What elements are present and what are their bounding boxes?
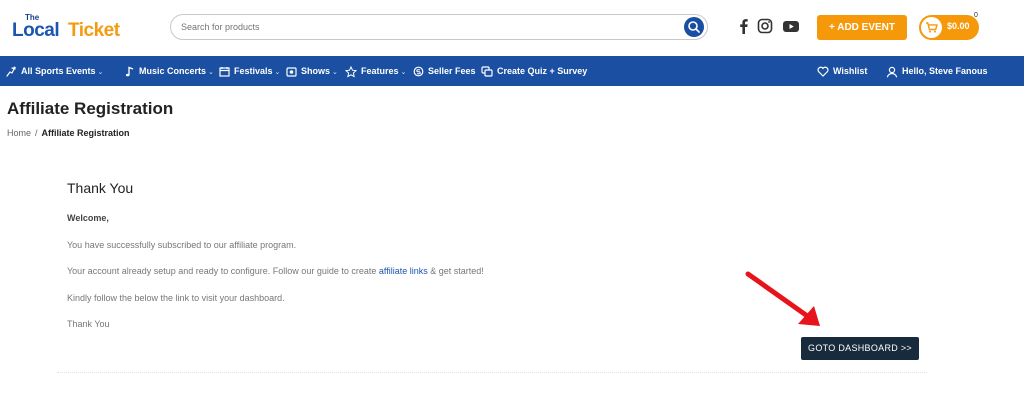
cart-button[interactable]: $0.00 [919, 15, 979, 40]
nav-label: Shows [301, 66, 331, 76]
nav-item-features[interactable]: Features ⌄ [344, 56, 407, 86]
chevron-down-icon: ⌄ [400, 69, 407, 76]
nav-item-all-sports-events[interactable]: All Sports Events ⌄ [6, 56, 103, 86]
site-logo[interactable]: The Local Ticket [12, 13, 132, 43]
user-account-link[interactable]: Hello, Steve Fanous [886, 56, 988, 86]
nav-label: Create Quiz + Survey [497, 66, 588, 76]
nav-label: Music Concerts [139, 66, 207, 76]
cart-icon [921, 17, 942, 38]
search-input[interactable] [181, 19, 671, 35]
nav-item-shows[interactable]: Shows ⌄ [286, 56, 338, 86]
fees-icon [413, 66, 424, 77]
logo-local: Local [12, 20, 60, 41]
add-event-button[interactable]: + ADD EVENT [817, 15, 907, 40]
setup-text: Your account already setup and ready to … [67, 266, 484, 276]
chevron-down-icon: ⌄ [274, 69, 281, 76]
cart-count-badge: 0 [974, 12, 978, 19]
signoff-text: Thank You [67, 319, 110, 329]
wishlist-label: Wishlist [833, 66, 868, 76]
nav-item-seller-fees[interactable]: Seller Fees [413, 56, 476, 86]
search-icon [688, 21, 700, 33]
facebook-icon[interactable] [735, 17, 753, 35]
goto-dashboard-button[interactable]: GOTO DASHBOARD >> [801, 337, 919, 360]
nav-label: All Sports Events [21, 66, 96, 76]
logo-ticket: Ticket [68, 20, 120, 41]
instagram-icon[interactable] [756, 17, 774, 35]
cart-amount: $0.00 [947, 21, 970, 31]
page-title: Affiliate Registration [7, 99, 174, 118]
red-arrow-annotation [745, 271, 820, 326]
main-navigation: All Sports Events ⌄ Music Concerts ⌄ Festi… [0, 56, 1024, 86]
nav-item-music-concerts[interactable]: Music Concerts ⌄ [125, 56, 214, 86]
nav-label: Features [361, 66, 399, 76]
heart-icon [817, 66, 829, 77]
chevron-down-icon: ⌄ [97, 69, 104, 76]
sports-icon [6, 66, 16, 77]
quiz-icon [481, 66, 493, 77]
nav-label: Seller Fees [428, 66, 476, 76]
user-greeting: Hello, Steve Fanous [902, 66, 988, 76]
setup-text-after: & get started! [427, 266, 484, 276]
chevron-down-icon: ⌄ [332, 69, 338, 76]
youtube-icon[interactable] [782, 17, 800, 35]
search-bar [170, 14, 708, 40]
nav-label: Festivals [234, 66, 273, 76]
setup-text-before: Your account already setup and ready to … [67, 266, 379, 276]
thank-you-heading: Thank You [67, 180, 134, 196]
shows-icon [286, 67, 297, 77]
breadcrumb: Home / Affiliate Registration [7, 128, 130, 138]
user-icon [886, 66, 898, 78]
nav-item-festivals[interactable]: Festivals ⌄ [219, 56, 280, 86]
breadcrumb-home[interactable]: Home [7, 128, 31, 138]
wishlist-link[interactable]: Wishlist [817, 56, 867, 86]
star-icon [344, 65, 358, 78]
music-note-icon [125, 66, 134, 77]
search-button[interactable] [684, 17, 704, 37]
breadcrumb-separator: / [35, 128, 38, 138]
nav-item-create-quiz-survey[interactable]: Create Quiz + Survey [481, 56, 587, 86]
chevron-down-icon: ⌄ [208, 69, 214, 76]
welcome-text: Welcome, [67, 213, 109, 223]
breadcrumb-current: Affiliate Registration [41, 128, 130, 138]
festival-icon [219, 67, 230, 77]
affiliate-links-link[interactable]: affiliate links [379, 266, 428, 276]
dashboard-instruction-text: Kindly follow the below the link to visi… [67, 293, 285, 303]
top-header: The Local Ticket + ADD EVENT $0.00 0 [0, 0, 1024, 56]
subscribed-text: You have successfully subscribed to our … [67, 240, 297, 250]
